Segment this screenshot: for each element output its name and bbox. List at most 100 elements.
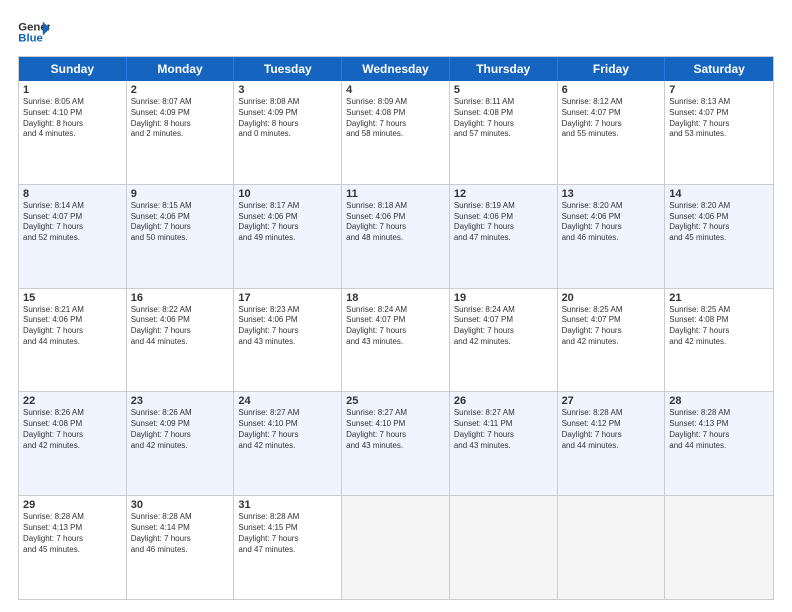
cell-line: Daylight: 7 hours — [23, 222, 122, 233]
day-cell-20: 20Sunrise: 8:25 AMSunset: 4:07 PMDayligh… — [558, 289, 666, 392]
day-cell-25: 25Sunrise: 8:27 AMSunset: 4:10 PMDayligh… — [342, 392, 450, 495]
cell-line: Sunset: 4:09 PM — [238, 108, 337, 119]
day-cell-24: 24Sunrise: 8:27 AMSunset: 4:10 PMDayligh… — [234, 392, 342, 495]
cell-line: and 48 minutes. — [346, 233, 445, 244]
cell-line: Daylight: 7 hours — [669, 119, 769, 130]
day-cell-14: 14Sunrise: 8:20 AMSunset: 4:06 PMDayligh… — [665, 185, 773, 288]
cell-line: Daylight: 7 hours — [23, 326, 122, 337]
cell-line: Sunset: 4:06 PM — [454, 212, 553, 223]
logo: General Blue — [18, 18, 50, 46]
day-cell-19: 19Sunrise: 8:24 AMSunset: 4:07 PMDayligh… — [450, 289, 558, 392]
header-day-wednesday: Wednesday — [342, 57, 450, 81]
cell-line: and 44 minutes. — [669, 441, 769, 452]
header-day-tuesday: Tuesday — [234, 57, 342, 81]
cell-line: Daylight: 7 hours — [346, 326, 445, 337]
day-number: 16 — [131, 292, 230, 304]
cell-line: Daylight: 7 hours — [346, 222, 445, 233]
day-cell-5: 5Sunrise: 8:11 AMSunset: 4:08 PMDaylight… — [450, 81, 558, 184]
day-cell-10: 10Sunrise: 8:17 AMSunset: 4:06 PMDayligh… — [234, 185, 342, 288]
day-cell-27: 27Sunrise: 8:28 AMSunset: 4:12 PMDayligh… — [558, 392, 666, 495]
day-number: 3 — [238, 84, 337, 96]
day-number: 9 — [131, 188, 230, 200]
cell-line: Sunrise: 8:08 AM — [238, 97, 337, 108]
empty-cell — [665, 496, 773, 599]
cell-line: and 42 minutes. — [454, 337, 553, 348]
cell-line: Sunrise: 8:13 AM — [669, 97, 769, 108]
cell-line: Sunrise: 8:07 AM — [131, 97, 230, 108]
cell-line: Daylight: 7 hours — [131, 326, 230, 337]
day-number: 2 — [131, 84, 230, 96]
cell-line: Daylight: 8 hours — [238, 119, 337, 130]
day-number: 6 — [562, 84, 661, 96]
cell-line: Sunrise: 8:27 AM — [238, 408, 337, 419]
day-number: 10 — [238, 188, 337, 200]
cell-line: Sunset: 4:07 PM — [562, 315, 661, 326]
cell-line: Sunset: 4:08 PM — [669, 315, 769, 326]
cell-line: and 57 minutes. — [454, 129, 553, 140]
cell-line: Daylight: 7 hours — [454, 119, 553, 130]
day-cell-23: 23Sunrise: 8:26 AMSunset: 4:09 PMDayligh… — [127, 392, 235, 495]
cell-line: and 53 minutes. — [669, 129, 769, 140]
cell-line: Daylight: 7 hours — [454, 222, 553, 233]
cell-line: Daylight: 7 hours — [562, 326, 661, 337]
cell-line: Sunrise: 8:28 AM — [562, 408, 661, 419]
day-cell-16: 16Sunrise: 8:22 AMSunset: 4:06 PMDayligh… — [127, 289, 235, 392]
day-number: 27 — [562, 395, 661, 407]
cell-line: and 42 minutes. — [23, 441, 122, 452]
cell-line: Sunset: 4:06 PM — [238, 212, 337, 223]
cell-line: Sunrise: 8:18 AM — [346, 201, 445, 212]
cell-line: Sunrise: 8:28 AM — [23, 512, 122, 523]
cell-line: and 45 minutes. — [23, 545, 122, 556]
cell-line: Sunset: 4:06 PM — [669, 212, 769, 223]
cell-line: Daylight: 7 hours — [238, 534, 337, 545]
cell-line: Sunset: 4:09 PM — [131, 419, 230, 430]
day-cell-29: 29Sunrise: 8:28 AMSunset: 4:13 PMDayligh… — [19, 496, 127, 599]
day-number: 8 — [23, 188, 122, 200]
cell-line: Sunrise: 8:28 AM — [669, 408, 769, 419]
cell-line: Sunset: 4:06 PM — [238, 315, 337, 326]
day-number: 15 — [23, 292, 122, 304]
cell-line: and 42 minutes. — [238, 441, 337, 452]
cell-line: and 46 minutes. — [562, 233, 661, 244]
cell-line: Sunset: 4:07 PM — [454, 315, 553, 326]
day-cell-8: 8Sunrise: 8:14 AMSunset: 4:07 PMDaylight… — [19, 185, 127, 288]
cell-line: and 43 minutes. — [346, 441, 445, 452]
day-number: 13 — [562, 188, 661, 200]
cell-line: Daylight: 7 hours — [131, 222, 230, 233]
cell-line: Sunset: 4:08 PM — [454, 108, 553, 119]
cell-line: and 47 minutes. — [238, 545, 337, 556]
cell-line: and 44 minutes. — [562, 441, 661, 452]
day-cell-2: 2Sunrise: 8:07 AMSunset: 4:09 PMDaylight… — [127, 81, 235, 184]
calendar-week-2: 8Sunrise: 8:14 AMSunset: 4:07 PMDaylight… — [19, 185, 773, 289]
day-cell-21: 21Sunrise: 8:25 AMSunset: 4:08 PMDayligh… — [665, 289, 773, 392]
day-cell-7: 7Sunrise: 8:13 AMSunset: 4:07 PMDaylight… — [665, 81, 773, 184]
day-cell-13: 13Sunrise: 8:20 AMSunset: 4:06 PMDayligh… — [558, 185, 666, 288]
cell-line: Sunset: 4:06 PM — [346, 212, 445, 223]
cell-line: Sunset: 4:06 PM — [23, 315, 122, 326]
day-number: 28 — [669, 395, 769, 407]
day-cell-4: 4Sunrise: 8:09 AMSunset: 4:08 PMDaylight… — [342, 81, 450, 184]
header-day-monday: Monday — [127, 57, 235, 81]
cell-line: Sunset: 4:06 PM — [562, 212, 661, 223]
day-number: 31 — [238, 499, 337, 511]
cell-line: Sunset: 4:10 PM — [346, 419, 445, 430]
day-cell-22: 22Sunrise: 8:26 AMSunset: 4:08 PMDayligh… — [19, 392, 127, 495]
cell-line: Sunset: 4:07 PM — [562, 108, 661, 119]
day-cell-15: 15Sunrise: 8:21 AMSunset: 4:06 PMDayligh… — [19, 289, 127, 392]
cell-line: Sunset: 4:13 PM — [669, 419, 769, 430]
cell-line: Daylight: 7 hours — [131, 430, 230, 441]
cell-line: and 46 minutes. — [131, 545, 230, 556]
calendar-week-4: 22Sunrise: 8:26 AMSunset: 4:08 PMDayligh… — [19, 392, 773, 496]
day-cell-9: 9Sunrise: 8:15 AMSunset: 4:06 PMDaylight… — [127, 185, 235, 288]
day-number: 18 — [346, 292, 445, 304]
day-number: 22 — [23, 395, 122, 407]
day-cell-6: 6Sunrise: 8:12 AMSunset: 4:07 PMDaylight… — [558, 81, 666, 184]
header-day-friday: Friday — [558, 57, 666, 81]
cell-line: Sunrise: 8:27 AM — [346, 408, 445, 419]
cell-line: Daylight: 7 hours — [669, 326, 769, 337]
cell-line: Sunrise: 8:24 AM — [454, 305, 553, 316]
day-number: 11 — [346, 188, 445, 200]
day-number: 25 — [346, 395, 445, 407]
day-number: 7 — [669, 84, 769, 96]
calendar-header: SundayMondayTuesdayWednesdayThursdayFrid… — [19, 57, 773, 81]
